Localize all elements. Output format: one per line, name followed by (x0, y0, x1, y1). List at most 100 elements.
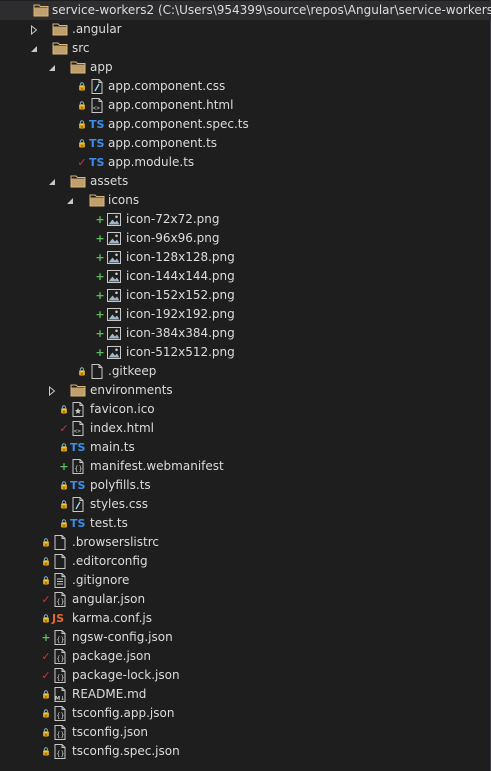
collapse-arrow-icon[interactable] (66, 191, 76, 210)
tree-item-icon-512x512-png[interactable]: + icon-512x512.png (0, 343, 491, 362)
pending-edit-check-icon: ✓ (77, 156, 87, 169)
tree-item-tsconfig-json[interactable]: 🔒 {} tsconfig.json (0, 723, 491, 742)
tree-item-src[interactable]: src (0, 39, 491, 58)
tree-item-label: favicon.ico (90, 402, 155, 416)
css-file-icon (89, 77, 105, 96)
collapse-arrow-icon[interactable] (48, 172, 58, 191)
svg-text:{}: {} (74, 465, 82, 473)
typescript-file-icon: TS (89, 137, 105, 150)
checked-in-lock-icon: 🔒 (41, 557, 51, 566)
tree-item-main-ts[interactable]: 🔒 TS main.ts (0, 438, 491, 457)
tree-item-favicon-ico[interactable]: 🔒 favicon.ico (0, 400, 491, 419)
tree-item-icon-144x144-png[interactable]: + icon-144x144.png (0, 267, 491, 286)
tree-item-styles-css[interactable]: 🔒 styles.css (0, 495, 491, 514)
tree-item-editorconfig[interactable]: 🔒 .editorconfig (0, 552, 491, 571)
image-file-icon (106, 267, 122, 286)
tree-item-label: app.component.ts (108, 136, 218, 150)
expand-arrow-icon[interactable] (30, 20, 40, 39)
tree-item-service-workers2-c-users-954399-source-r[interactable]: service-workers2 (C:\Users\954399\source… (0, 1, 491, 20)
tree-item-label: environments (90, 383, 173, 397)
tree-item-label: .gitignore (72, 573, 130, 587)
tree-item-package-json[interactable]: ✓ {} package.json (0, 647, 491, 666)
tree-item-label: icon-144x144.png (126, 269, 235, 283)
tree-item-label: app.component.html (108, 98, 234, 112)
json-file-icon: {} (52, 628, 68, 647)
solution-explorer: service-workers2 (C:\Users\954399\source… (0, 0, 491, 771)
tree-item-karma-conf-js[interactable]: 🔒 JS karma.conf.js (0, 609, 491, 628)
tree-item-angular-json[interactable]: ✓ {} angular.json (0, 590, 491, 609)
image-file-icon (106, 305, 122, 324)
svg-text:<>: <> (93, 105, 101, 112)
tree-item-ngsw-config-json[interactable]: + {} ngsw-config.json (0, 628, 491, 647)
folder-icon (70, 172, 86, 191)
tree-item-index-html[interactable]: ✓ <> index.html (0, 419, 491, 438)
tree-item-label: icon-192x192.png (126, 307, 235, 321)
tree-item-icon-192x192-png[interactable]: + icon-192x192.png (0, 305, 491, 324)
pending-add-plus-icon: + (95, 213, 105, 226)
tree-item-angular[interactable]: .angular (0, 20, 491, 39)
collapse-arrow-icon[interactable] (48, 58, 58, 77)
tree-item-polyfills-ts[interactable]: 🔒 TS polyfills.ts (0, 476, 491, 495)
tree-item-label: package.json (72, 649, 152, 663)
checked-in-lock-icon: 🔒 (77, 101, 87, 110)
pending-add-plus-icon: + (95, 308, 105, 321)
tree-item-gitignore[interactable]: 🔒 .gitignore (0, 571, 491, 590)
tree-item-app-component-spec-ts[interactable]: 🔒 TS app.component.spec.ts (0, 115, 491, 134)
typescript-file-icon: TS (70, 441, 86, 454)
svg-text:{}: {} (56, 750, 64, 758)
tree-item-icon-72x72-png[interactable]: + icon-72x72.png (0, 210, 491, 229)
tree-item-app-component-ts[interactable]: 🔒 TS app.component.ts (0, 134, 491, 153)
tree-item-package-lock-json[interactable]: ✓ {} package-lock.json (0, 666, 491, 685)
tree-item-gitkeep[interactable]: 🔒 .gitkeep (0, 362, 491, 381)
image-file-icon (106, 343, 122, 362)
svg-text:{}: {} (56, 636, 64, 644)
checked-in-lock-icon: 🔒 (77, 139, 87, 148)
folder-icon (70, 381, 86, 400)
svg-text:M↓: M↓ (55, 695, 65, 702)
tree-item-tsconfig-app-json[interactable]: 🔒 {} tsconfig.app.json (0, 704, 491, 723)
checked-in-lock-icon: 🔒 (41, 728, 51, 737)
css-file-icon (70, 495, 86, 514)
tree-item-icon-152x152-png[interactable]: + icon-152x152.png (0, 286, 491, 305)
checked-in-lock-icon: 🔒 (41, 690, 51, 699)
pending-add-plus-icon: + (95, 327, 105, 340)
tree-item-icon-128x128-png[interactable]: + icon-128x128.png (0, 248, 491, 267)
tree-item-icon-384x384-png[interactable]: + icon-384x384.png (0, 324, 491, 343)
tree-item-label: .browserslistrc (72, 535, 159, 549)
tree-item-label: karma.conf.js (72, 611, 152, 625)
image-file-icon (106, 248, 122, 267)
tree-item-app[interactable]: app (0, 58, 491, 77)
typescript-file-icon: TS (70, 479, 86, 492)
pending-edit-check-icon: ✓ (41, 650, 51, 663)
tree-item-label: README.md (72, 687, 147, 701)
tree-item-label: package-lock.json (72, 668, 180, 682)
tree-item-label: icons (108, 193, 140, 207)
tree-item-app-module-ts[interactable]: ✓ TS app.module.ts (0, 153, 491, 172)
tree-item-assets[interactable]: assets (0, 172, 491, 191)
folder-icon (89, 191, 105, 210)
tree-item-icons[interactable]: icons (0, 191, 491, 210)
pending-edit-check-icon: ✓ (59, 422, 69, 435)
tree-item-test-ts[interactable]: 🔒 TS test.ts (0, 514, 491, 533)
tree-item-app-component-html[interactable]: 🔒 <> app.component.html (0, 96, 491, 115)
json-file-icon: {} (52, 723, 68, 742)
tree-item-label: icon-128x128.png (126, 250, 235, 264)
json-file-icon: {} (52, 590, 68, 609)
collapse-arrow-icon[interactable] (30, 39, 40, 58)
checked-in-lock-icon: 🔒 (41, 614, 51, 623)
tree-item-browserslistrc[interactable]: 🔒 .browserslistrc (0, 533, 491, 552)
tree-item-manifest-webmanifest[interactable]: + {} manifest.webmanifest (0, 457, 491, 476)
image-file-icon (106, 324, 122, 343)
expand-arrow-icon[interactable] (48, 381, 58, 400)
checked-in-lock-icon: 🔒 (77, 367, 87, 376)
markdown-file-icon: M↓ (52, 685, 68, 704)
tree-item-tsconfig-spec-json[interactable]: 🔒 {} tsconfig.spec.json (0, 742, 491, 761)
tree-item-app-component-css[interactable]: 🔒 app.component.css (0, 77, 491, 96)
tree-item-icon-96x96-png[interactable]: + icon-96x96.png (0, 229, 491, 248)
tree-item-environments[interactable]: environments (0, 381, 491, 400)
tree-item-readme-md[interactable]: 🔒 M↓ README.md (0, 685, 491, 704)
folder-icon (70, 58, 86, 77)
checked-in-lock-icon: 🔒 (77, 120, 87, 129)
tree-item-label: .gitkeep (108, 364, 157, 378)
typescript-file-icon: TS (89, 156, 105, 169)
